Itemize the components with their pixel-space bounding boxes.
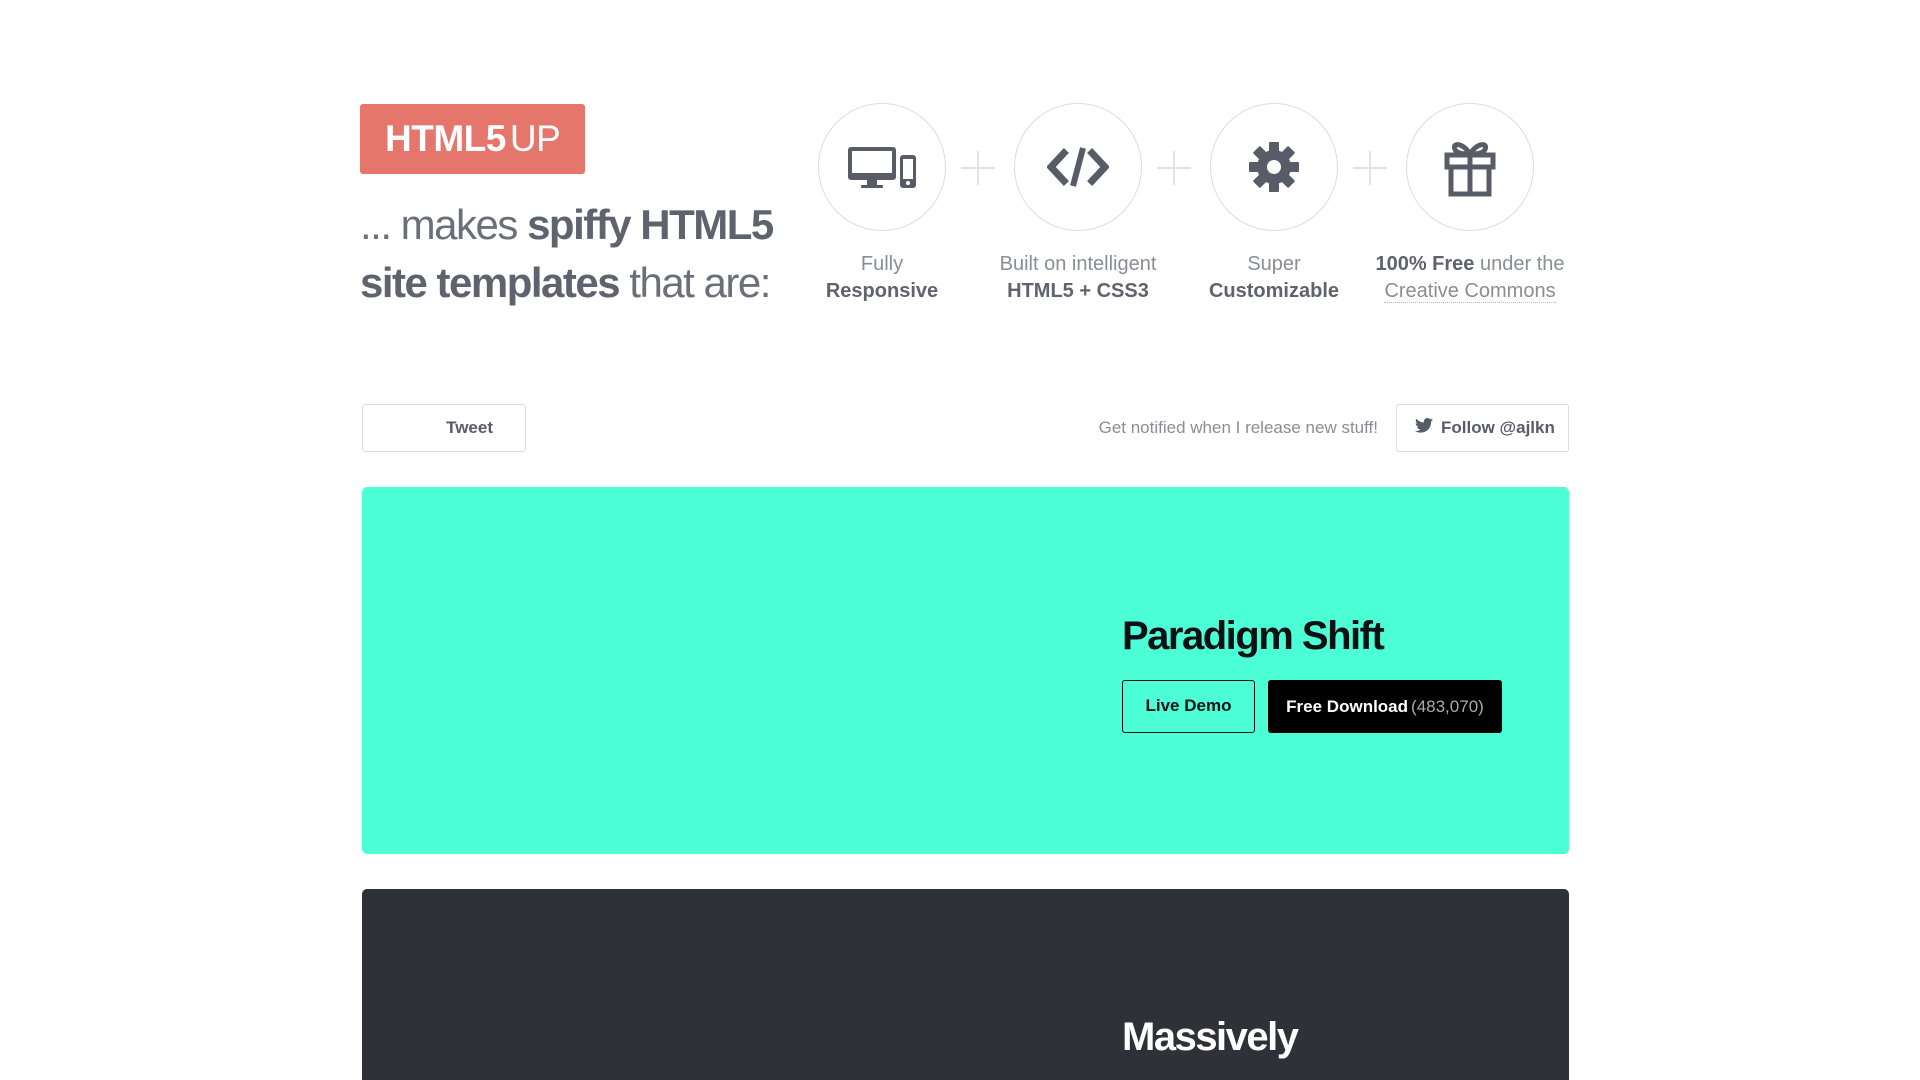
feature-line2: HTML5 + CSS3 [1007, 280, 1149, 302]
logo-bold: HTML5 [385, 118, 506, 159]
tagline-part2: spiffy HTML5 [527, 201, 774, 248]
feature-circle [1210, 103, 1338, 231]
feature-circle [1014, 103, 1142, 231]
feature-rest: under the [1474, 253, 1565, 275]
tweet-button[interactable]: Tweet [362, 404, 526, 452]
notify-text: Get notified when I release new stuff! [1098, 418, 1378, 437]
template-title: Massively [1122, 1015, 1299, 1059]
feature-circle [1406, 103, 1534, 231]
page: HTML5 UP ... makes spiffy HTML5 site temp… [0, 0, 1920, 1080]
feature-customizable: Super Customizable [1174, 103, 1374, 305]
download-label: Free Download [1286, 697, 1409, 716]
creative-commons-link[interactable]: Creative Commons [1384, 280, 1556, 303]
download-count: (483,070) [1411, 697, 1484, 716]
template-card-massively: Massively [362, 889, 1569, 1080]
tagline-part3: site templates [360, 259, 621, 306]
feature-free: 100% Free under the Creative Commons [1370, 103, 1570, 305]
feature-line2: Responsive [825, 280, 939, 302]
feature-text: Super Customizable [1174, 251, 1374, 305]
follow-button[interactable]: Follow @ajlkn [1396, 404, 1569, 452]
tagline: ... makes spiffy HTML5 site templates th… [360, 196, 780, 312]
feature-line2: Customizable [1208, 280, 1340, 302]
feature-line1: Built on intelligent [999, 253, 1157, 275]
template-title: Paradigm Shift [1122, 614, 1385, 658]
feature-line1: Super [1247, 253, 1301, 275]
feature-responsive: Fully Responsive [782, 103, 982, 305]
site-logo[interactable]: HTML5 UP [360, 104, 585, 174]
code-icon [1047, 145, 1109, 189]
feature-text: Fully Responsive [782, 251, 982, 305]
devices-icon [848, 145, 916, 189]
live-demo-button[interactable]: Live Demo [1122, 680, 1255, 733]
feature-text: Built on intelligent HTML5 + CSS3 [978, 251, 1178, 305]
free-download-button[interactable]: Free Download (483,070) [1268, 680, 1502, 733]
twitter-icon [1415, 405, 1433, 451]
logo-light: UP [509, 118, 561, 159]
gear-icon [1248, 141, 1300, 193]
tagline-part4: that are: [619, 259, 771, 306]
gift-icon [1444, 137, 1496, 197]
feature-circle [818, 103, 946, 231]
follow-label: Follow @ajlkn [1441, 418, 1555, 437]
tagline-part1: ... makes [360, 201, 528, 248]
feature-bold: 100% Free [1375, 253, 1475, 275]
feature-text: 100% Free under the Creative Commons [1370, 251, 1570, 305]
feature-html5: Built on intelligent HTML5 + CSS3 [978, 103, 1178, 305]
feature-line1: Fully [860, 253, 904, 275]
template-card-paradigm-shift: Paradigm Shift Live Demo Free Download (4… [362, 487, 1569, 854]
